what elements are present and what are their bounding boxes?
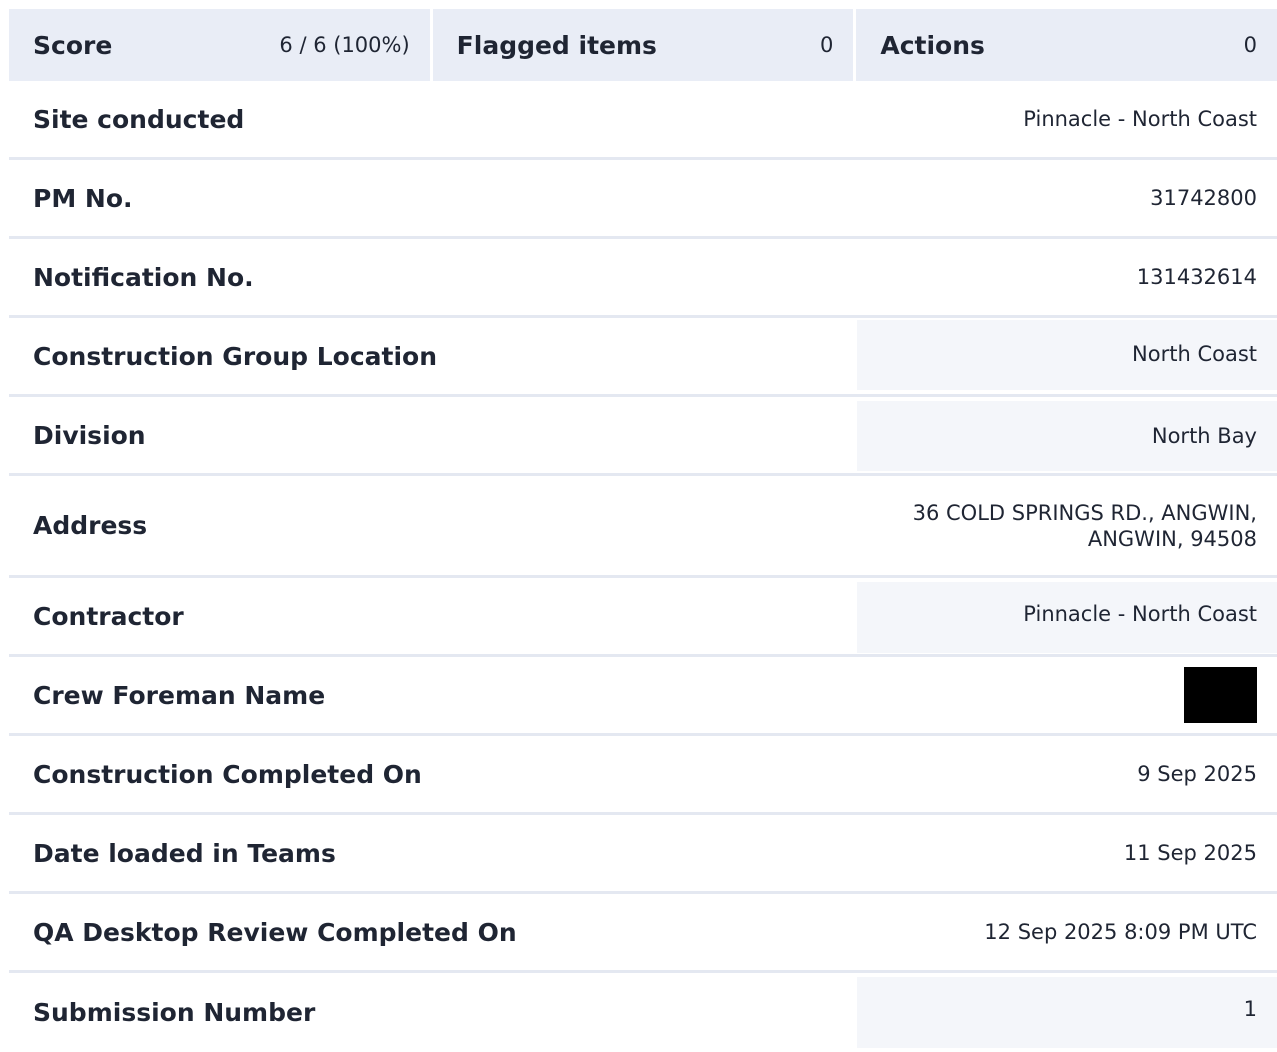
field-value-box: 36 COLD SPRINGS RD., ANGWIN, ANGWIN, 945… <box>857 475 1277 577</box>
actions-value: 0 <box>1243 33 1258 57</box>
field-value-box <box>857 660 1277 730</box>
score-value: 6 / 6 (100%) <box>279 33 410 57</box>
field-value-box: 131432614 <box>857 242 1277 312</box>
field-label: Address <box>33 511 148 540</box>
field-label: Crew Foreman Name <box>33 680 326 710</box>
address-line-1: 36 COLD SPRINGS RD., ANGWIN, <box>912 500 1257 525</box>
address-line-2: ANGWIN, 94508 <box>1087 526 1257 551</box>
field-label: Construction Group Location <box>33 341 438 371</box>
field-row-division: Division North Bay <box>9 397 1277 476</box>
field-label: Submission Number <box>33 998 316 1027</box>
field-row-date-loaded-in-teams: Date loaded in Teams 11 Sep 2025 <box>9 815 1277 894</box>
summary-bar: Score 6 / 6 (100%) Flagged items 0 Actio… <box>9 9 1277 81</box>
field-label: Construction Completed On <box>33 759 422 789</box>
field-label: PM No. <box>33 183 133 213</box>
field-value: 12 Sep 2025 8:09 PM UTC <box>984 920 1257 944</box>
field-value-box: Pinnacle - North Coast <box>857 84 1277 154</box>
field-label: Site conducted <box>33 104 245 134</box>
field-row-construction-group-location: Construction Group Location North Coast <box>9 318 1277 397</box>
field-row-qa-desktop-review-completed-on: QA Desktop Review Completed On 12 Sep 20… <box>9 894 1277 973</box>
field-row-construction-completed-on: Construction Completed On 9 Sep 2025 <box>9 736 1277 815</box>
field-value-box[interactable]: 1 <box>857 977 1277 1048</box>
field-value-box: 11 Sep 2025 <box>857 818 1277 888</box>
field-label: Notification No. <box>33 262 254 292</box>
field-value: 131432614 <box>1136 265 1257 289</box>
field-value: 31742800 <box>1150 186 1257 210</box>
flagged-items-value: 0 <box>819 33 834 57</box>
field-row-address: Address 36 COLD SPRINGS RD., ANGWIN, ANG… <box>9 476 1277 578</box>
flagged-items-summary[interactable]: Flagged items 0 <box>432 9 854 81</box>
field-value: Pinnacle - North Coast <box>1023 107 1257 131</box>
field-value-box[interactable]: North Bay <box>857 401 1277 471</box>
field-label: Contractor <box>33 601 184 631</box>
score-label: Score <box>33 30 113 60</box>
inspection-report: Score 6 / 6 (100%) Flagged items 0 Actio… <box>9 9 1277 1052</box>
redacted-value-block <box>1184 667 1257 723</box>
field-label: Division <box>33 420 146 450</box>
field-row-submission-number: Submission Number 1 <box>9 973 1277 1052</box>
field-value-box[interactable]: Pinnacle - North Coast <box>857 582 1277 653</box>
flagged-items-label: Flagged items <box>456 30 657 60</box>
field-row-pm-no: PM No. 31742800 <box>9 160 1277 239</box>
field-label: QA Desktop Review Completed On <box>33 917 517 947</box>
field-value: 9 Sep 2025 <box>1137 762 1257 786</box>
field-value: Pinnacle - North Coast <box>1023 602 1257 626</box>
field-row-crew-foreman-name: Crew Foreman Name <box>9 657 1277 736</box>
field-value: 11 Sep 2025 <box>1123 841 1257 865</box>
field-value-box[interactable]: North Coast <box>857 320 1277 390</box>
actions-summary[interactable]: Actions 0 <box>856 9 1277 81</box>
field-value-box: 12 Sep 2025 8:09 PM UTC <box>857 897 1277 967</box>
field-value-box: 31742800 <box>857 163 1277 233</box>
field-value: North Bay <box>1151 424 1257 448</box>
field-row-contractor: Contractor Pinnacle - North Coast <box>9 578 1277 657</box>
field-value: North Coast <box>1132 342 1257 366</box>
actions-label: Actions <box>880 30 985 60</box>
field-value: 1 <box>1243 997 1257 1021</box>
field-row-notification-no: Notification No. 131432614 <box>9 239 1277 318</box>
field-value-box: 9 Sep 2025 <box>857 739 1277 809</box>
score-summary: Score 6 / 6 (100%) <box>9 9 430 81</box>
field-row-site-conducted: Site conducted Pinnacle - North Coast <box>9 81 1277 160</box>
field-label: Date loaded in Teams <box>33 838 336 868</box>
